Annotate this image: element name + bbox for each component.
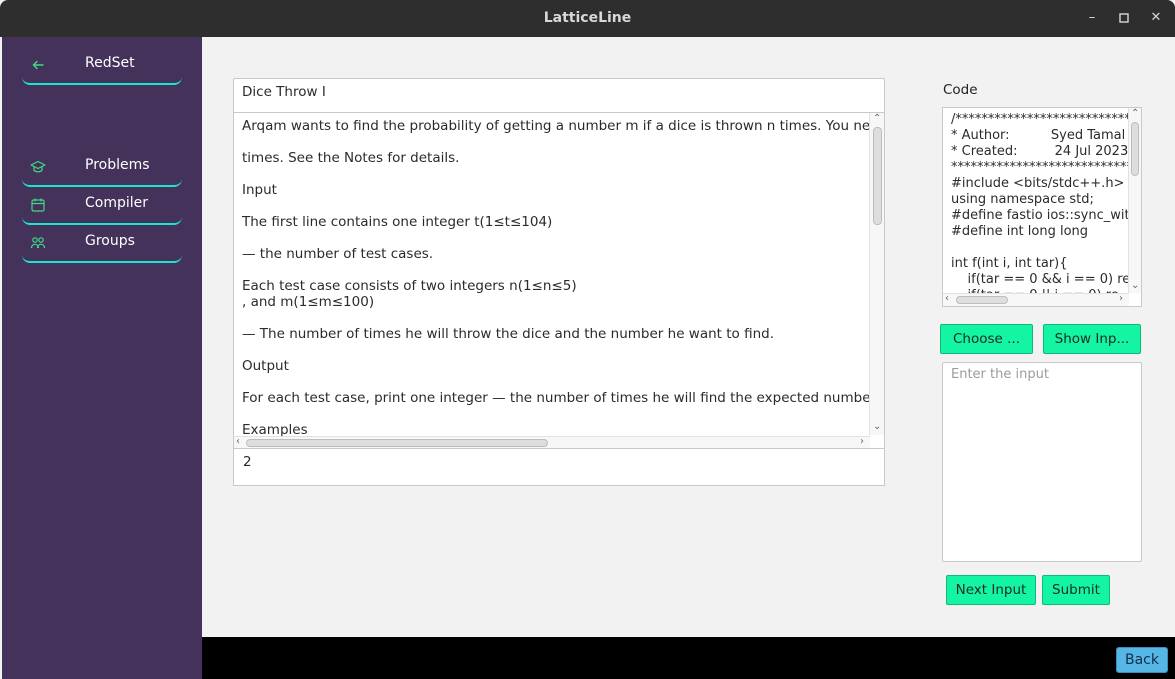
- statement-line: Each test case consists of two integers …: [242, 278, 577, 294]
- statement-line: times. See the Notes for details.: [242, 150, 460, 166]
- minimize-icon[interactable]: –: [1083, 9, 1101, 27]
- scroll-down-icon[interactable]: ⌄: [873, 421, 881, 432]
- code-line: int f(int i, int tar){: [951, 256, 1068, 271]
- scroll-left-icon[interactable]: ‹: [236, 436, 240, 447]
- scroll-left-icon[interactable]: ‹: [945, 293, 949, 304]
- sidebar-item-problems[interactable]: Problems: [22, 155, 182, 187]
- code-line: * Created: 24 Jul 2023: [951, 144, 1129, 159]
- problem-title-field[interactable]: Dice Throw I: [233, 78, 885, 113]
- window-title: LatticeLine: [543, 10, 632, 26]
- choose-file-button[interactable]: Choose ...: [940, 324, 1033, 354]
- close-icon[interactable]: ✕: [1147, 9, 1165, 27]
- sidebar-item-label: Problems: [85, 157, 150, 173]
- code-line: #define fastio ios::sync_with: [951, 208, 1138, 223]
- statement-line: , and m(1≤m≤100): [242, 294, 375, 310]
- statement-line: — the number of test cases.: [242, 246, 434, 262]
- submit-button[interactable]: Submit: [1042, 575, 1110, 605]
- back-button[interactable]: Back: [1116, 647, 1168, 673]
- statement-vertical-scrollbar[interactable]: ⌃ ⌄: [869, 113, 884, 435]
- code-line: * Author: Syed Tamal: [951, 128, 1126, 143]
- maximize-icon[interactable]: [1115, 9, 1133, 27]
- scroll-thumb[interactable]: [1131, 122, 1139, 176]
- code-line: /*****************************: [951, 112, 1142, 127]
- calendar-icon: [30, 197, 46, 213]
- next-input-button[interactable]: Next Input: [946, 575, 1036, 605]
- code-horizontal-scrollbar[interactable]: ‹ ›: [943, 293, 1129, 306]
- sidebar: RedSet Problems Compiler Groups: [2, 37, 202, 679]
- sidebar-item-label: Compiler: [85, 195, 149, 211]
- code-line: *****************************: [951, 160, 1140, 175]
- code-vertical-scrollbar[interactable]: ⌃ ⌄: [1128, 108, 1141, 293]
- output-value: 2: [243, 454, 252, 470]
- statement-line: The first line contains one integer t(1≤…: [242, 214, 553, 230]
- sidebar-item-redset[interactable]: RedSet: [22, 53, 182, 85]
- code-line: if(tar == 0 && i == 0) re: [951, 272, 1131, 287]
- statement-line: Output: [242, 358, 289, 374]
- scroll-thumb[interactable]: [246, 439, 548, 447]
- statement-line: — The number of times he will throw the …: [242, 326, 775, 342]
- statement-line: For each test case, print one integer — …: [242, 390, 880, 406]
- code-line: using namespace std;: [951, 192, 1094, 207]
- people-icon: [30, 235, 46, 251]
- scroll-thumb[interactable]: [873, 127, 882, 225]
- scroll-down-icon[interactable]: ⌄: [1131, 280, 1139, 291]
- statement-line: Input: [242, 182, 277, 198]
- code-line: #define int long long: [951, 224, 1089, 239]
- scroll-thumb[interactable]: [956, 296, 1008, 304]
- code-line: #include <bits/stdc++.h>: [951, 176, 1125, 191]
- problem-statement[interactable]: Arqam wants to find the probability of g…: [233, 112, 885, 450]
- input-area[interactable]: [942, 362, 1145, 562]
- input-textarea[interactable]: [943, 363, 1145, 557]
- bottom-bar: [202, 637, 1175, 679]
- code-editor[interactable]: /***************************** * Author:…: [942, 107, 1142, 307]
- title-bar: LatticeLine – ✕: [0, 0, 1175, 37]
- output-field[interactable]: 2: [233, 448, 885, 486]
- sidebar-item-label: Groups: [85, 233, 135, 249]
- sidebar-item-label: RedSet: [85, 55, 135, 71]
- arrow-left-icon: [30, 57, 46, 73]
- code-label: Code: [943, 82, 978, 98]
- scroll-right-icon[interactable]: ›: [1119, 293, 1123, 304]
- scroll-right-icon[interactable]: ›: [860, 436, 864, 447]
- statement-line: Arqam wants to find the probability of g…: [242, 118, 885, 134]
- sidebar-item-compiler[interactable]: Compiler: [22, 193, 182, 225]
- show-input-button[interactable]: Show Inp...: [1043, 324, 1141, 354]
- problem-title: Dice Throw I: [242, 84, 326, 100]
- scroll-up-icon[interactable]: ⌃: [1131, 108, 1139, 119]
- sidebar-item-groups[interactable]: Groups: [22, 231, 182, 263]
- graduation-cap-icon: [30, 159, 46, 175]
- scroll-up-icon[interactable]: ⌃: [873, 113, 881, 124]
